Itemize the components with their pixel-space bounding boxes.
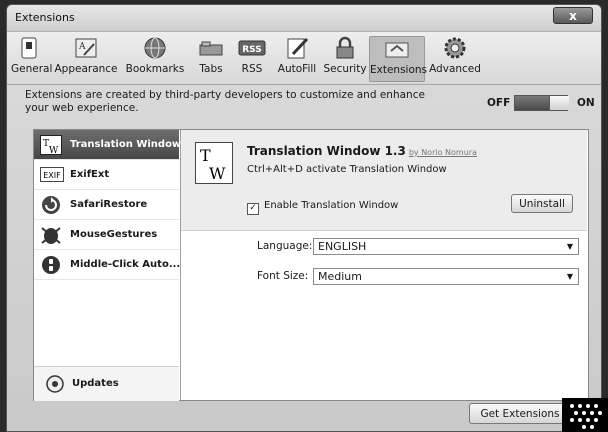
- rss-icon: RSS: [238, 36, 266, 60]
- extensions-description: Extensions are created by third-party de…: [25, 89, 425, 114]
- svg-text:W: W: [49, 146, 59, 155]
- tab-tabs[interactable]: Tabs: [191, 36, 231, 82]
- extension-description: Ctrl+Alt+D activate Translation Window: [247, 164, 447, 175]
- updates-icon: [46, 375, 64, 393]
- tab-security[interactable]: Security: [323, 36, 367, 82]
- extension-title: Translation Window 1.3 by Norio Nomura: [247, 144, 477, 158]
- lock-icon: [331, 36, 359, 60]
- window-title: Extensions: [15, 11, 75, 24]
- extension-detail: TW Translation Window 1.3 by Norio Nomura…: [181, 130, 587, 400]
- exif-icon-text: EXIF: [43, 171, 61, 180]
- list-item-label: Middle-Click Auto...: [70, 259, 181, 270]
- tabs-icon: [197, 36, 225, 60]
- updates-label: Updates: [72, 378, 119, 389]
- uninstall-button[interactable]: Uninstall: [511, 194, 573, 213]
- tab-extensions[interactable]: Extensions: [369, 36, 428, 82]
- updates-button[interactable]: Updates: [34, 366, 179, 401]
- rss-icon-text: RSS: [242, 45, 262, 55]
- toggle-switch[interactable]: [514, 95, 569, 111]
- tab-appearance[interactable]: A Appearance: [53, 36, 119, 82]
- tab-tabs-label: Tabs: [199, 63, 223, 75]
- appearance-icon: A: [72, 36, 100, 60]
- tab-advanced-label: Advanced: [429, 63, 481, 75]
- tab-autofill-label: AutoFill: [277, 63, 317, 75]
- translation-window-large-icon: TW: [195, 142, 233, 184]
- language-label: Language:: [257, 240, 313, 252]
- list-item-label: SafariRestore: [70, 199, 148, 210]
- extensions-list: TW Translation Window EXIF ExifExt Safar…: [34, 130, 182, 401]
- tab-advanced[interactable]: Advanced: [429, 36, 481, 82]
- watermark-logo: [562, 398, 608, 432]
- toggle-off-label: OFF: [487, 97, 511, 109]
- exif-icon: EXIF: [40, 165, 64, 185]
- list-item-mousegestures[interactable]: MouseGestures: [34, 220, 179, 250]
- list-item-label: Translation Window: [70, 139, 182, 150]
- font-size-label: Font Size:: [257, 270, 309, 282]
- list-item-middle-click[interactable]: Middle-Click Auto...: [34, 250, 181, 280]
- get-extensions-button[interactable]: Get Extensions: [469, 403, 571, 424]
- font-size-select[interactable]: Medium ▼: [313, 268, 579, 285]
- tab-bookmarks-label: Bookmarks: [125, 63, 185, 75]
- enable-extension[interactable]: ✓ Enable Translation Window: [247, 200, 398, 215]
- language-select[interactable]: ENGLISH ▼: [313, 238, 579, 255]
- mouse-icon: [40, 255, 62, 275]
- language-value: ENGLISH: [318, 240, 367, 253]
- tab-general-label: General: [11, 63, 53, 75]
- list-item-label: MouseGestures: [70, 229, 158, 240]
- restore-arrow-icon: [40, 195, 62, 215]
- enable-label: Enable Translation Window: [264, 200, 399, 211]
- svg-text:W: W: [209, 164, 226, 183]
- tab-general[interactable]: General: [11, 36, 53, 82]
- tab-rss-label: RSS: [241, 63, 263, 75]
- svg-text:T: T: [200, 146, 211, 165]
- close-button[interactable]: x: [553, 7, 593, 24]
- list-item-exifext[interactable]: EXIF ExifExt: [34, 160, 179, 190]
- tab-autofill[interactable]: AutoFill: [273, 36, 321, 82]
- extension-header: TW Translation Window 1.3 by Norio Nomura…: [181, 130, 587, 231]
- toggle-knob[interactable]: [549, 96, 569, 110]
- pencil-form-icon: [283, 36, 311, 60]
- puzzle-icon: [383, 37, 411, 61]
- font-size-value: Medium: [318, 270, 362, 283]
- translation-window-icon: TW: [40, 135, 62, 156]
- switch-icon: [15, 36, 43, 60]
- chevron-down-icon: ▼: [566, 242, 573, 251]
- toggle-on-label: ON: [577, 97, 595, 109]
- tab-appearance-label: Appearance: [54, 63, 118, 75]
- extension-name: Translation Window 1.3: [247, 144, 406, 158]
- list-item-translation-window[interactable]: TW Translation Window: [34, 130, 182, 160]
- globe-bookmarks-icon: [141, 36, 169, 60]
- enable-checkbox[interactable]: ✓: [247, 203, 259, 215]
- title-bar[interactable]: Extensions x: [7, 5, 601, 32]
- gear-icon: [441, 36, 469, 60]
- chevron-down-icon: ▼: [566, 272, 573, 281]
- list-item-safarirestore[interactable]: SafariRestore: [34, 190, 179, 220]
- preferences-toolbar: General A Appearance Bookmarks Tabs RSS …: [7, 32, 601, 85]
- mouse-gesture-icon: [40, 225, 62, 245]
- list-item-label: ExifExt: [70, 169, 110, 180]
- preferences-window: Extensions x General A Appearance Bookma…: [6, 4, 602, 432]
- extensions-panel: TW Translation Window EXIF ExifExt Safar…: [33, 129, 589, 401]
- tab-rss[interactable]: RSS RSS: [235, 36, 269, 82]
- svg-text:A: A: [78, 42, 86, 52]
- tab-bookmarks[interactable]: Bookmarks: [123, 36, 187, 82]
- tab-extensions-label: Extensions: [370, 64, 428, 76]
- extension-author-link[interactable]: by Norio Nomura: [409, 148, 477, 157]
- tab-security-label: Security: [323, 63, 367, 75]
